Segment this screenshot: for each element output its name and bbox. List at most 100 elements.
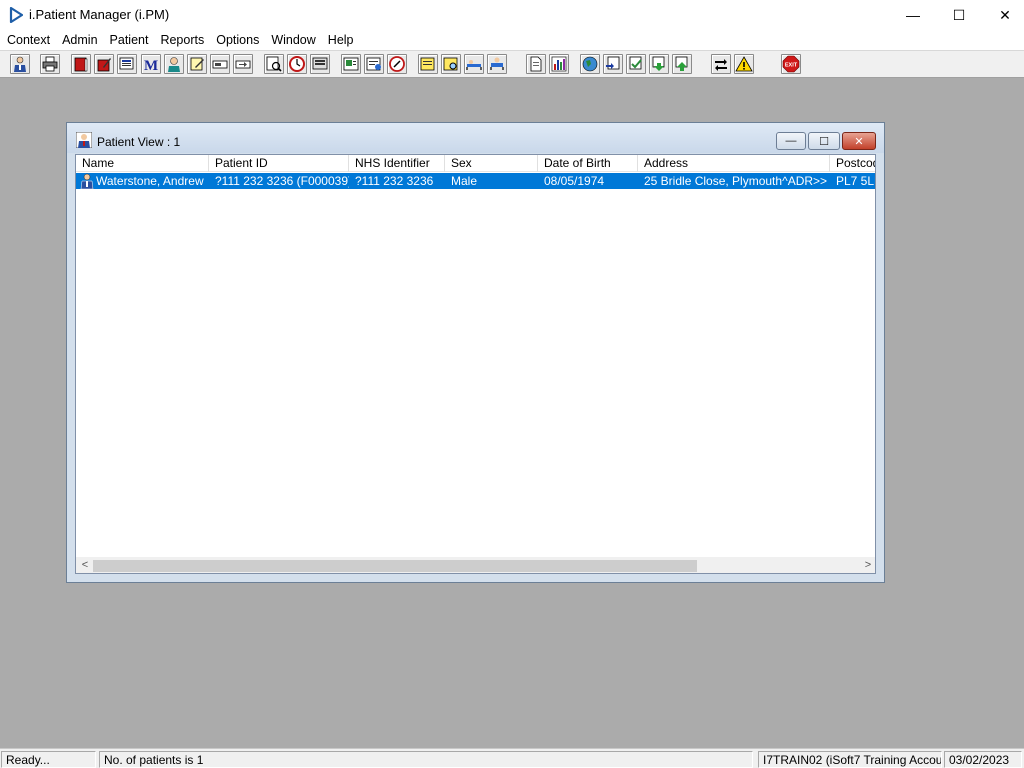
column-header-nhs-identifier[interactable]: NHS Identifier bbox=[349, 155, 445, 172]
patient-list[interactable]: Name Patient ID NHS Identifier Sex Date … bbox=[75, 154, 876, 574]
toolbar-button-patient-bed[interactable] bbox=[487, 54, 507, 74]
menu-admin[interactable]: Admin bbox=[57, 30, 102, 50]
ticket-icon bbox=[212, 60, 228, 69]
patient-view-title: Patient View : 1 bbox=[97, 135, 181, 149]
toolbar-button-person[interactable] bbox=[10, 54, 30, 74]
status-patient-count: No. of patients is 1 bbox=[99, 751, 753, 768]
toolbar-button-warning[interactable] bbox=[734, 54, 754, 74]
status-bar: Ready... No. of patients is 1 I7TRAIN02 … bbox=[0, 748, 1024, 768]
toolbar-button-screen-document[interactable] bbox=[117, 54, 137, 74]
monitor-icon bbox=[312, 57, 328, 70]
globe-icon bbox=[582, 56, 598, 72]
status-ready: Ready... bbox=[1, 751, 96, 768]
toolbar-button-bar-chart[interactable] bbox=[549, 54, 569, 74]
warning-icon bbox=[735, 56, 753, 72]
patient-view-title-bar[interactable]: Patient View : 1 — ☐ ✕ bbox=[67, 123, 884, 153]
printer-icon bbox=[42, 56, 58, 72]
cell-patient-id: ?111 232 3236 (F000039) bbox=[215, 174, 349, 188]
toolbar-button-forward[interactable] bbox=[603, 54, 623, 74]
toolbar-button-search-document[interactable] bbox=[264, 54, 284, 74]
maximize-icon: ☐ bbox=[819, 135, 829, 148]
maximize-button[interactable]: ☐ bbox=[936, 0, 982, 30]
column-header-sex[interactable]: Sex bbox=[445, 155, 538, 172]
toolbar-button-bed[interactable] bbox=[464, 54, 484, 74]
app-title: i.Patient Manager (i.PM) bbox=[29, 7, 170, 22]
toolbar-button-compass[interactable] bbox=[387, 54, 407, 74]
horizontal-scrollbar[interactable]: < > bbox=[76, 557, 875, 573]
svg-text:M: M bbox=[144, 58, 158, 73]
toolbar-button-ticket[interactable] bbox=[210, 54, 230, 74]
child-maximize-button[interactable]: ☐ bbox=[808, 132, 840, 150]
table-row[interactable]: Waterstone, Andrew ?111 232 3236 (F00003… bbox=[76, 173, 875, 189]
toolbar-button-green-arrow[interactable] bbox=[672, 54, 692, 74]
toolbar-button-printer[interactable] bbox=[40, 54, 60, 74]
child-close-button[interactable]: ✕ bbox=[842, 132, 876, 150]
toolbar-button-blank-page[interactable] bbox=[526, 54, 546, 74]
toolbar-button-exit[interactable]: EXIT bbox=[781, 54, 801, 74]
column-header-patient-id[interactable]: Patient ID bbox=[209, 155, 349, 172]
column-header-postcode[interactable]: Postcod bbox=[830, 155, 875, 172]
scroll-right-button[interactable]: > bbox=[861, 557, 875, 573]
close-icon: ✕ bbox=[854, 135, 864, 148]
letter-m-icon: M bbox=[144, 58, 158, 73]
bed-icon bbox=[466, 60, 482, 70]
toolbar-button-globe[interactable] bbox=[580, 54, 600, 74]
toolbar-button-ticket-arrow[interactable] bbox=[233, 54, 253, 74]
status-account: I7TRAIN02 (iSoft7 Training Account) bbox=[758, 751, 942, 768]
toolbar-button-check-doc[interactable] bbox=[626, 54, 646, 74]
download-icon bbox=[652, 56, 665, 71]
search-document-icon bbox=[266, 56, 282, 72]
menu-reports[interactable]: Reports bbox=[155, 30, 209, 50]
toolbar-button-note-pen[interactable] bbox=[187, 54, 207, 74]
cell-name: Waterstone, Andrew bbox=[96, 174, 204, 188]
child-minimize-button[interactable]: — bbox=[776, 132, 806, 150]
column-header-date-of-birth[interactable]: Date of Birth bbox=[538, 155, 638, 172]
menu-context[interactable]: Context bbox=[2, 30, 55, 50]
bar-chart-icon bbox=[551, 56, 567, 72]
status-date: 03/02/2023 bbox=[944, 751, 1022, 768]
toolbar-button-transfer[interactable] bbox=[711, 54, 731, 74]
blank-page-icon bbox=[530, 56, 542, 72]
toolbar-button-picture[interactable] bbox=[341, 54, 361, 74]
column-header-name[interactable]: Name bbox=[76, 155, 209, 172]
doctor-icon bbox=[168, 57, 180, 72]
red-book-icon bbox=[74, 57, 88, 72]
title-bar: i.Patient Manager (i.PM) — ☐ ✕ bbox=[0, 0, 1024, 30]
toolbar-button-search-list[interactable] bbox=[441, 54, 461, 74]
person-icon bbox=[14, 56, 26, 72]
cell-sex: Male bbox=[451, 174, 478, 188]
toolbar-button-clipboard[interactable] bbox=[364, 54, 384, 74]
chevron-left-icon: < bbox=[81, 559, 89, 571]
forward-icon bbox=[606, 56, 620, 70]
cell-nhs-identifier: ?111 232 3236 bbox=[355, 174, 434, 188]
chevron-right-icon: > bbox=[864, 559, 872, 571]
toolbar-button-monitor[interactable] bbox=[310, 54, 330, 74]
exit-icon: EXIT bbox=[782, 55, 800, 73]
menu-options[interactable]: Options bbox=[211, 30, 264, 50]
toolbar-button-yellow-note[interactable] bbox=[418, 54, 438, 74]
menu-patient[interactable]: Patient bbox=[105, 30, 154, 50]
toolbar-button-edit-document[interactable] bbox=[94, 54, 114, 74]
toolbar-button-doctor[interactable] bbox=[164, 54, 184, 74]
app-play-icon bbox=[9, 7, 23, 23]
patient-list-header: Name Patient ID NHS Identifier Sex Date … bbox=[76, 155, 875, 172]
toolbar-button-download[interactable] bbox=[649, 54, 669, 74]
green-arrow-icon bbox=[675, 56, 688, 71]
close-button[interactable]: ✕ bbox=[982, 0, 1024, 30]
minimize-button[interactable]: — bbox=[890, 0, 936, 30]
yellow-note-icon bbox=[420, 57, 435, 71]
toolbar-button-letter-m[interactable]: M bbox=[141, 54, 161, 74]
menu-help[interactable]: Help bbox=[323, 30, 359, 50]
scroll-left-button[interactable]: < bbox=[78, 557, 92, 573]
toolbar-button-red-book[interactable] bbox=[71, 54, 91, 74]
scrollbar-thumb[interactable] bbox=[93, 560, 697, 572]
cell-date-of-birth: 08/05/1974 bbox=[544, 174, 605, 188]
patient-view-window: Patient View : 1 — ☐ ✕ Name Patient ID N… bbox=[66, 122, 885, 583]
ticket-arrow-icon bbox=[235, 60, 251, 69]
patient-bed-icon bbox=[490, 57, 504, 70]
screen-document-icon bbox=[119, 57, 134, 70]
search-list-icon bbox=[443, 57, 458, 71]
column-header-address[interactable]: Address bbox=[638, 155, 830, 172]
toolbar-button-clock[interactable] bbox=[287, 54, 307, 74]
menu-window[interactable]: Window bbox=[266, 30, 320, 50]
